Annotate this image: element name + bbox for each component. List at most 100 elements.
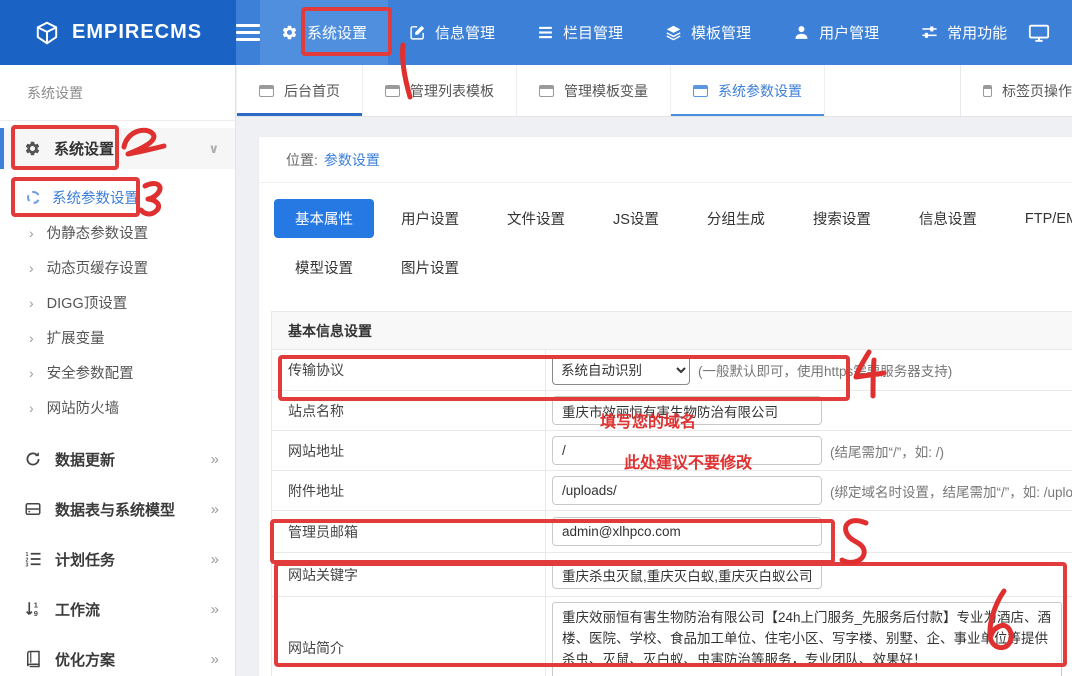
setting-tab-info[interactable]: 信息设置 xyxy=(898,199,998,238)
nav-item-user-management[interactable]: 用户管理 xyxy=(772,0,900,65)
site-url-input[interactable] xyxy=(552,436,822,465)
setting-tab-file[interactable]: 文件设置 xyxy=(486,199,586,238)
field-label: 网站简介 xyxy=(272,597,546,676)
nav-item-template-management[interactable]: 模板管理 xyxy=(644,0,772,65)
field-hint: (绑定域名时设置，结尾需加“/”，如: /uploads/) xyxy=(830,481,1072,501)
breadcrumb-link-param-settings[interactable]: 参数设置 xyxy=(324,150,380,170)
sidebar-item-data-update[interactable]: 数据更新 » xyxy=(0,434,235,484)
setting-tab-user[interactable]: 用户设置 xyxy=(380,199,480,238)
form-row-site-name: 站点名称 xyxy=(272,391,1072,431)
sidebar-item-system-param-settings[interactable]: 系统参数设置 xyxy=(0,179,235,215)
setting-tab-image[interactable]: 图片设置 xyxy=(380,248,480,287)
nav-item-common-functions[interactable]: 常用功能 xyxy=(900,0,1028,65)
sidebar-item-label: 数据表与系统模型 xyxy=(55,499,175,520)
tab-label: 后台首页 xyxy=(284,81,340,101)
site-description-textarea[interactable]: 重庆效丽恒有害生物防治有限公司【24h上门服务_先服务后付款】专业为酒店、酒楼、… xyxy=(552,602,1062,676)
monitor-icon[interactable] xyxy=(1028,22,1050,44)
double-chevron-icon: » xyxy=(211,551,219,568)
sidebar-item-label: 系统参数设置 xyxy=(52,187,139,208)
upload-path-input[interactable] xyxy=(552,476,822,505)
sidebar-item-pseudo-static[interactable]: › 伪静态参数设置 xyxy=(0,215,235,250)
ordered-list-icon: 123 xyxy=(24,550,42,568)
tab-label: 管理列表模板 xyxy=(410,81,494,101)
sidebar-item-label: 计划任务 xyxy=(55,549,115,570)
setting-tab-search[interactable]: 搜索设置 xyxy=(792,199,892,238)
setting-tab-js[interactable]: JS设置 xyxy=(592,199,680,238)
basic-info-form: 基本信息设置 传输协议 系统自动识别 (一般默认即可，使用https需要服务器支… xyxy=(271,311,1072,676)
site-name-input[interactable] xyxy=(552,396,822,425)
tab-label: 系统参数设置 xyxy=(718,81,802,101)
form-row-site-keywords: 网站关键字 xyxy=(272,553,1072,597)
sidebar-item-extended-vars[interactable]: › 扩展变量 xyxy=(0,320,235,355)
field-label: 管理员邮箱 xyxy=(272,511,546,552)
chevron-right-icon: › xyxy=(29,260,34,276)
layers-icon xyxy=(665,24,682,41)
sidebar-item-data-tables-models[interactable]: 数据表与系统模型 » xyxy=(0,484,235,534)
sidebar-item-optimization[interactable]: 优化方案 » xyxy=(0,634,235,676)
tab-page-actions-button[interactable]: 标签页操作 xyxy=(960,65,1072,116)
nav-item-label: 系统设置 xyxy=(307,22,367,43)
chevron-right-icon: › xyxy=(29,225,34,241)
logo[interactable]: EMPIRECMS xyxy=(0,0,236,65)
double-chevron-icon: » xyxy=(211,451,219,468)
sidebar-item-digg[interactable]: › DIGG顶设置 xyxy=(0,285,235,320)
refresh-icon xyxy=(24,450,42,468)
setting-tab-model[interactable]: 模型设置 xyxy=(274,248,374,287)
sidebar-item-security-params[interactable]: › 安全参数配置 xyxy=(0,355,235,390)
setting-tab-ftp-email[interactable]: FTP/EMAIL xyxy=(1004,202,1072,236)
chevron-right-icon: › xyxy=(29,330,34,346)
site-keywords-input[interactable] xyxy=(552,560,822,589)
tab-system-param-settings[interactable]: 系统参数设置 xyxy=(671,65,825,116)
form-row-site-description: 网站简介 重庆效丽恒有害生物防治有限公司【24h上门服务_先服务后付款】专业为酒… xyxy=(272,597,1072,676)
nav-item-label: 常用功能 xyxy=(947,22,1007,43)
sidebar-item-label: 网站防火墙 xyxy=(47,397,120,418)
sidebar-item-label: 优化方案 xyxy=(55,649,115,670)
tab-backend-home[interactable]: 后台首页 xyxy=(237,65,363,116)
setting-tab-basic[interactable]: 基本属性 xyxy=(274,199,374,238)
sidebar-item-scheduled-tasks[interactable]: 123 计划任务 » xyxy=(0,534,235,584)
protocol-select[interactable]: 系统自动识别 xyxy=(552,355,690,385)
top-header: EMPIRECMS 系统设置 信息管理 栏目管理 模板管理 xyxy=(0,0,1072,65)
sidebar-item-label: 扩展变量 xyxy=(47,327,105,348)
settings-card: 位置: 参数设置 基本属性 用户设置 文件设置 JS设置 分组生成 搜索设置 信… xyxy=(259,137,1072,676)
nav-item-label: 用户管理 xyxy=(819,22,879,43)
nav-item-label: 模板管理 xyxy=(691,22,751,43)
nav-item-info-management[interactable]: 信息管理 xyxy=(388,0,516,65)
drive-icon xyxy=(24,500,42,518)
main-nav: 系统设置 信息管理 栏目管理 模板管理 用户管理 常用功能 xyxy=(260,0,1028,65)
field-label: 传输协议 xyxy=(272,350,546,390)
hamburger-icon xyxy=(236,20,260,45)
sidebar-item-label: 系统设置 xyxy=(54,138,114,159)
form-row-admin-email: 管理员邮箱 xyxy=(272,511,1072,553)
admin-email-input[interactable] xyxy=(552,517,822,546)
header-right-icons xyxy=(1028,0,1072,65)
tab-manage-list-template[interactable]: 管理列表模板 xyxy=(363,65,517,116)
tab-label: 标签页操作 xyxy=(1002,81,1072,101)
sidebar-item-label: 工作流 xyxy=(55,599,100,620)
sidebar-groups: 数据更新 » 数据表与系统模型 » 123 计划任务 » 19 工作流 » 优化… xyxy=(0,434,235,676)
sidebar-item-dynamic-cache[interactable]: › 动态页缓存设置 xyxy=(0,250,235,285)
form-row-protocol: 传输协议 系统自动识别 (一般默认即可，使用https需要服务器支持) xyxy=(272,350,1072,391)
tab-manage-template-vars[interactable]: 管理模板变量 xyxy=(517,65,671,116)
user-icon xyxy=(793,24,810,41)
nav-item-column-management[interactable]: 栏目管理 xyxy=(516,0,644,65)
circle-icon xyxy=(27,191,40,204)
nav-item-label: 信息管理 xyxy=(435,22,495,43)
svg-text:9: 9 xyxy=(34,609,38,618)
main-content: 位置: 参数设置 基本属性 用户设置 文件设置 JS设置 分组生成 搜索设置 信… xyxy=(237,117,1072,676)
sidebar-item-system-settings[interactable]: 系统设置 ∨ xyxy=(0,128,235,169)
sidebar-toggle-button[interactable] xyxy=(236,0,260,65)
sidebar-item-site-firewall[interactable]: › 网站防火墙 xyxy=(0,390,235,425)
sidebar-item-workflow[interactable]: 19 工作流 » xyxy=(0,584,235,634)
setting-tab-group-gen[interactable]: 分组生成 xyxy=(686,199,786,238)
breadcrumb: 位置: 参数设置 xyxy=(259,137,1072,183)
sidebar-item-label: 数据更新 xyxy=(55,449,115,470)
gear-icon xyxy=(24,140,41,157)
nav-item-system-settings[interactable]: 系统设置 xyxy=(260,0,388,65)
field-label: 附件地址 xyxy=(272,471,546,510)
field-hint: (结尾需加“/”，如: /) xyxy=(830,441,944,461)
window-icon xyxy=(983,85,992,97)
chevron-down-icon: ∨ xyxy=(208,141,219,157)
cube-logo-icon xyxy=(34,20,60,46)
tab-label: 管理模板变量 xyxy=(564,81,648,101)
